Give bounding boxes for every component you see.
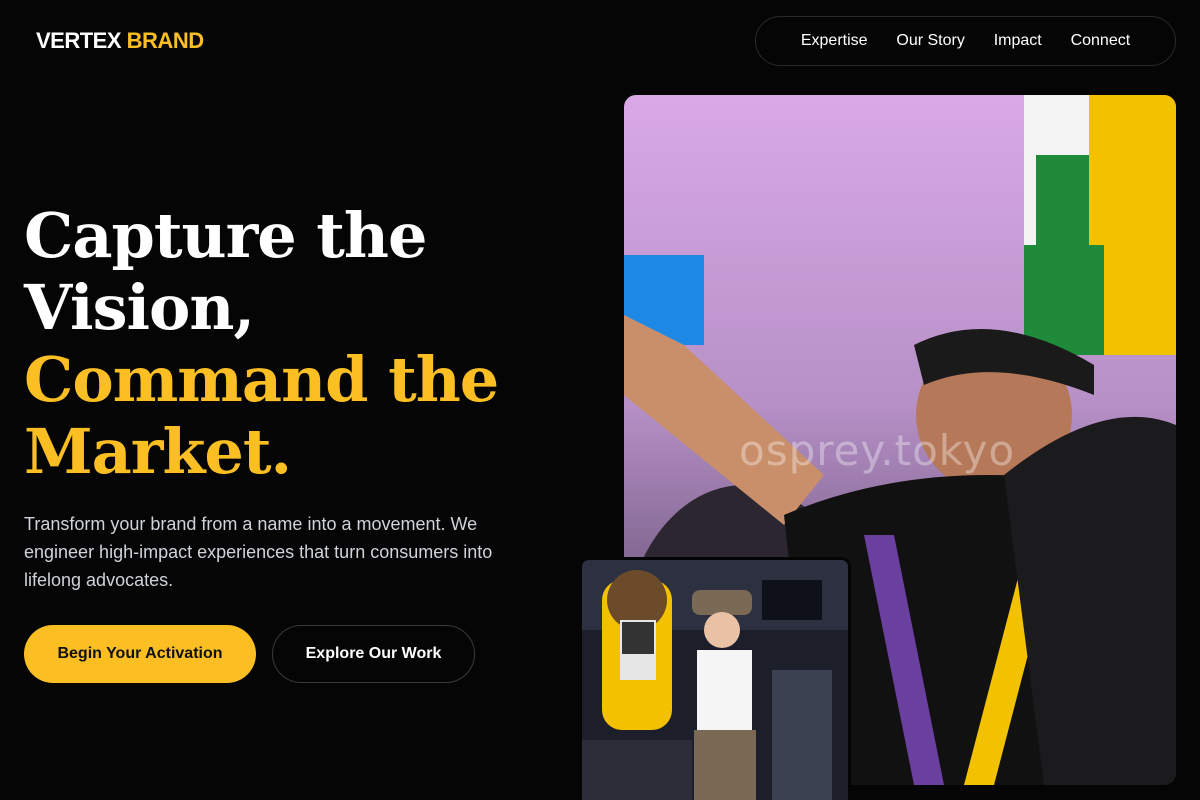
hero-secondary-photo <box>579 557 851 800</box>
brand-name-primary: VERTEX <box>36 28 122 53</box>
nav-item-expertise[interactable]: Expertise <box>801 32 868 50</box>
hero-subtitle: Transform your brand from a name into a … <box>24 514 493 590</box>
mascot-event-image <box>582 560 848 800</box>
hero-title-line-3: Command the <box>24 343 499 416</box>
hero-title-line-2: Vision, <box>24 271 255 344</box>
hero-title-line-4: Market. <box>24 415 292 488</box>
hero-title: Capture the Vision, Command the Market. <box>24 199 499 488</box>
hero-title-line-1: Capture the <box>24 199 427 272</box>
begin-activation-button[interactable]: Begin Your Activation <box>24 625 256 683</box>
explore-work-button[interactable]: Explore Our Work <box>272 625 475 683</box>
brand-name-accent: BRAND <box>126 28 204 53</box>
photo-watermark: osprey.tokyo <box>739 426 1015 475</box>
nav-item-our-story[interactable]: Our Story <box>896 32 964 50</box>
main-nav: Expertise Our Story Impact Connect <box>755 16 1176 66</box>
nav-item-connect[interactable]: Connect <box>1071 32 1131 50</box>
brand-logo[interactable]: VERTEX BRAND <box>36 28 204 54</box>
nav-item-impact[interactable]: Impact <box>994 32 1042 50</box>
